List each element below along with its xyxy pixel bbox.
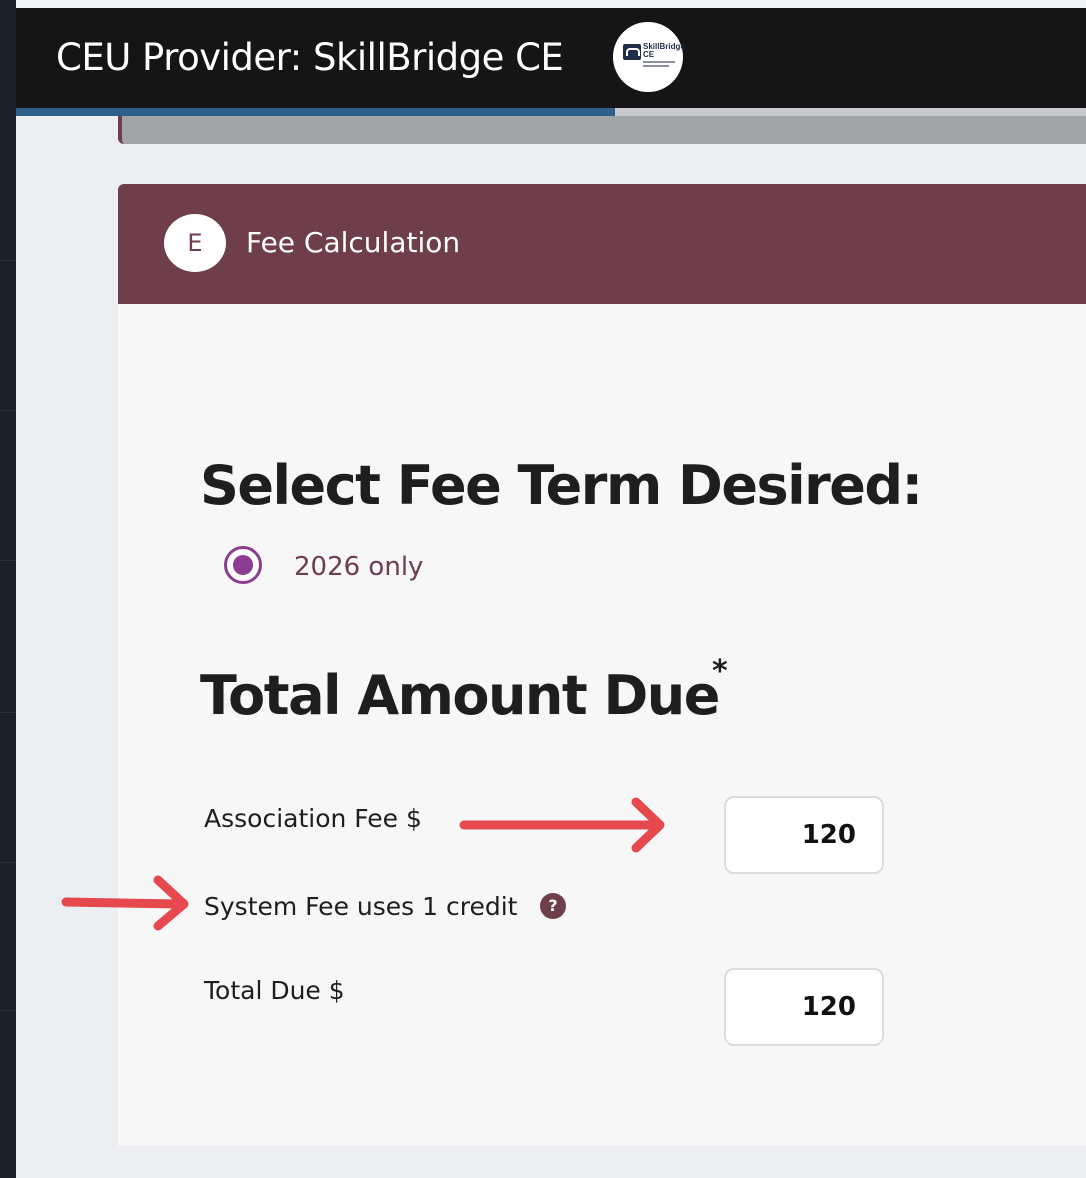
- progress-bar-fill: [16, 108, 616, 116]
- skillbridge-logo-icon: [623, 44, 641, 60]
- fee-term-radio-2026[interactable]: [224, 546, 262, 584]
- sidebar-divider: [0, 260, 16, 261]
- fee-calculation-section: E Fee Calculation Select Fee Term Desire…: [118, 184, 1086, 1146]
- page-title: CEU Provider: SkillBridge CE: [56, 36, 564, 79]
- association-fee-field[interactable]: 120: [724, 796, 884, 874]
- sidebar-divider: [0, 712, 16, 713]
- fee-term-option-label[interactable]: 2026 only: [294, 552, 423, 582]
- required-asterisk: *: [712, 654, 728, 689]
- app-header: CEU Provider: SkillBridge CE SkillBridge…: [16, 8, 1086, 108]
- annotation-arrow-icon: [459, 797, 665, 853]
- fee-term-heading: Select Fee Term Desired:: [200, 454, 923, 517]
- sidebar-divider: [0, 560, 16, 561]
- logo-text-line2: CE: [643, 50, 655, 59]
- logo-tagline: [643, 65, 669, 67]
- annotation-arrow-icon: [61, 875, 189, 931]
- section-title: Fee Calculation: [246, 226, 461, 259]
- total-due-field[interactable]: 120: [724, 968, 884, 1046]
- section-header[interactable]: E Fee Calculation: [118, 184, 1086, 304]
- system-fee-label: System Fee uses 1 credit: [204, 892, 518, 921]
- sidebar-divider: [0, 1010, 16, 1011]
- provider-logo[interactable]: SkillBridge CE: [613, 22, 685, 92]
- help-icon[interactable]: ?: [540, 893, 566, 919]
- association-fee-label: Association Fee $: [204, 804, 422, 833]
- previous-section-card: [118, 116, 1086, 144]
- top-edge: [0, 0, 1086, 8]
- logo-text: SkillBridge CE: [643, 43, 685, 59]
- left-sidebar: [0, 0, 16, 1178]
- sidebar-divider: [0, 862, 16, 863]
- total-amount-heading: Total Amount Due: [200, 664, 720, 727]
- sidebar-divider: [0, 410, 16, 411]
- radio-selected-icon: [233, 555, 253, 575]
- total-due-label: Total Due $: [204, 976, 345, 1005]
- logo-tagline: [643, 61, 675, 63]
- progress-bar: [16, 108, 1086, 116]
- step-badge: E: [164, 214, 226, 272]
